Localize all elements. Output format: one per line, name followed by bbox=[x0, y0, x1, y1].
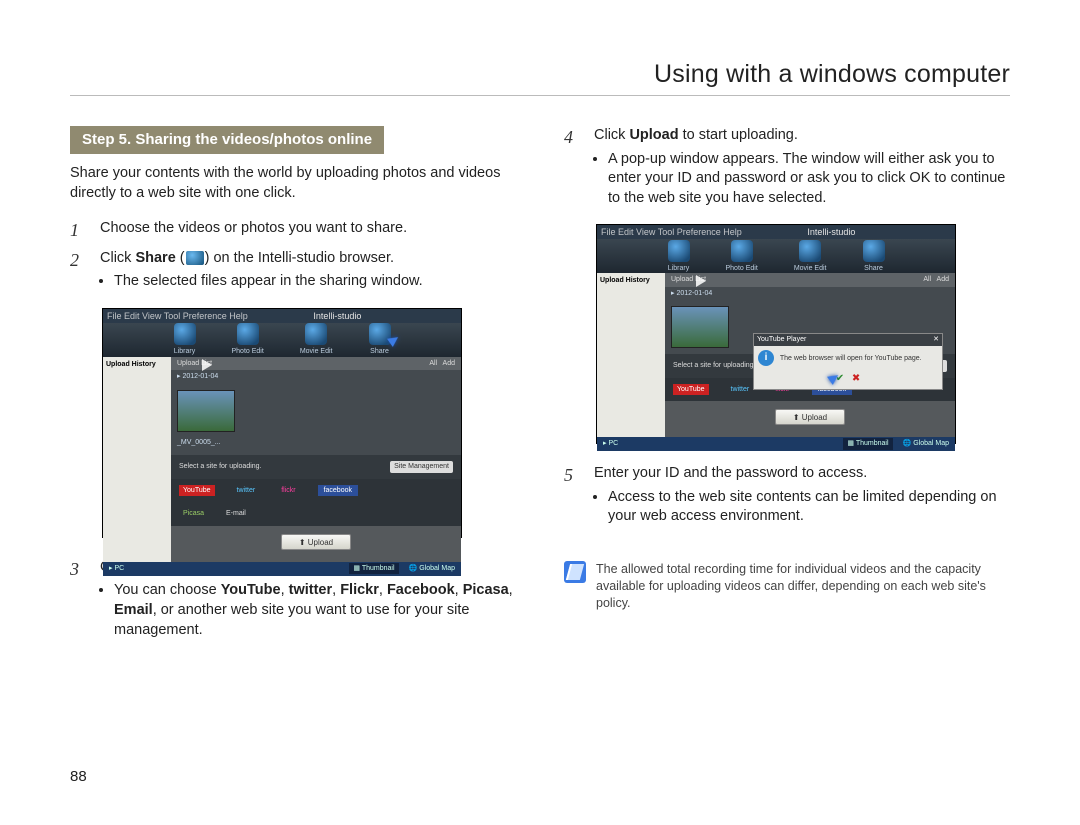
step-number: 1 bbox=[70, 219, 88, 242]
tab-photo: Photo Edit bbox=[232, 347, 264, 356]
twitter-logo: twitter bbox=[727, 384, 754, 395]
header-divider bbox=[70, 95, 1010, 96]
left-column: Step 5. Sharing the videos/photos online… bbox=[70, 126, 516, 656]
pc-tab: ▸ PC bbox=[603, 439, 618, 448]
date-row: ▸ 2012-01-04 bbox=[171, 370, 461, 383]
side-header: Upload History bbox=[600, 276, 662, 285]
popup-window: YouTube Player✕ i The web browser will o… bbox=[753, 333, 943, 390]
youtube-logo: YouTube bbox=[179, 485, 215, 496]
step-4-text-b: to start uploading. bbox=[679, 127, 798, 143]
video-thumbnail bbox=[671, 306, 729, 348]
step-2-tail: ) on the Intelli-studio browser. bbox=[205, 250, 394, 266]
date-row: ▸ 2012-01-04 bbox=[665, 287, 955, 300]
popup-title: YouTube Player bbox=[757, 336, 806, 343]
app-menu: File Edit View Tool Preference Help bbox=[601, 226, 742, 238]
step-number: 3 bbox=[70, 558, 88, 650]
screenshot-share-window: File Edit View Tool Preference Help Inte… bbox=[102, 308, 462, 538]
step-2-bullet: The selected files appear in the sharing… bbox=[114, 272, 516, 292]
step-4-text-a: Click bbox=[594, 127, 629, 143]
step-5-text: Enter your ID and the password to access… bbox=[594, 465, 867, 481]
select-site-label: Select a site for uploading. bbox=[673, 361, 756, 370]
tab-movie: Movie Edit bbox=[794, 264, 827, 273]
tab-share: Share bbox=[864, 264, 883, 273]
thumbnail-tab: ▦ Thumbnail bbox=[843, 438, 892, 449]
picasa-logo: Picasa bbox=[179, 508, 208, 519]
note-icon bbox=[564, 561, 586, 583]
toolbar-right: All Add bbox=[923, 275, 949, 284]
share-label: Share bbox=[135, 250, 175, 266]
screenshot-popup-window: File Edit View Tool Preference Help Inte… bbox=[596, 224, 956, 444]
globalmap-tab: 🌐 Global Map bbox=[903, 439, 949, 448]
info-icon: i bbox=[758, 350, 774, 366]
popup-message: The web browser will open for YouTube pa… bbox=[780, 355, 922, 362]
app-title: Intelli-studio bbox=[313, 310, 361, 322]
upload-button: ⬆ Upload bbox=[281, 534, 351, 550]
app-title: Intelli-studio bbox=[807, 226, 855, 238]
step-banner: Step 5. Sharing the videos/photos online bbox=[70, 126, 384, 154]
select-site-label: Select a site for uploading. bbox=[179, 462, 262, 471]
tab-library: Library bbox=[174, 347, 195, 356]
note-text: The allowed total recording time for ind… bbox=[596, 561, 1010, 612]
email-logo: E-mail bbox=[226, 509, 246, 518]
step-4-bullet: A pop-up window appears. The window will… bbox=[608, 150, 1010, 209]
share-icon bbox=[186, 251, 204, 265]
site-mgmt-btn: Site Management bbox=[390, 461, 453, 472]
intro-text: Share your contents with the world by up… bbox=[70, 164, 516, 203]
tab-share: Share bbox=[370, 347, 389, 356]
youtube-logo: YouTube bbox=[673, 384, 709, 395]
cancel-icon: ✖ bbox=[852, 373, 860, 384]
step-2-text: Click bbox=[100, 250, 135, 266]
page-number: 88 bbox=[70, 768, 87, 785]
upload-button: ⬆ Upload bbox=[775, 409, 845, 425]
thumbnail-tab: ▦ Thumbnail bbox=[349, 563, 398, 574]
side-header: Upload History bbox=[106, 360, 168, 369]
step-number: 5 bbox=[564, 464, 582, 537]
globalmap-tab: 🌐 Global Map bbox=[409, 564, 455, 573]
facebook-logo: facebook bbox=[318, 485, 358, 496]
tab-photo: Photo Edit bbox=[726, 264, 758, 273]
video-thumbnail bbox=[177, 390, 235, 432]
upload-label: Upload bbox=[629, 127, 678, 143]
tab-movie: Movie Edit bbox=[300, 347, 333, 356]
tab-library: Library bbox=[668, 264, 689, 273]
flickr-logo: flickr bbox=[277, 485, 299, 496]
right-column: 4 Click Upload to start uploading. A pop… bbox=[564, 126, 1010, 656]
toolbar-right: All Add bbox=[429, 359, 455, 368]
step-5-bullet: Access to the web site contents can be l… bbox=[608, 488, 1010, 527]
twitter-logo: twitter bbox=[233, 485, 260, 496]
step-1-text: Choose the videos or photos you want to … bbox=[100, 219, 516, 242]
page-header: Using with a windows computer bbox=[70, 60, 1010, 95]
paren: ( bbox=[176, 250, 185, 266]
step-number: 4 bbox=[564, 126, 582, 218]
file-name: _MV_0005_... bbox=[171, 438, 461, 447]
step-number: 2 bbox=[70, 249, 88, 302]
app-menu: File Edit View Tool Preference Help bbox=[107, 310, 248, 322]
pc-tab: ▸ PC bbox=[109, 564, 124, 573]
step-3-bullet: You can choose YouTube, twitter, Flickr,… bbox=[114, 581, 516, 640]
